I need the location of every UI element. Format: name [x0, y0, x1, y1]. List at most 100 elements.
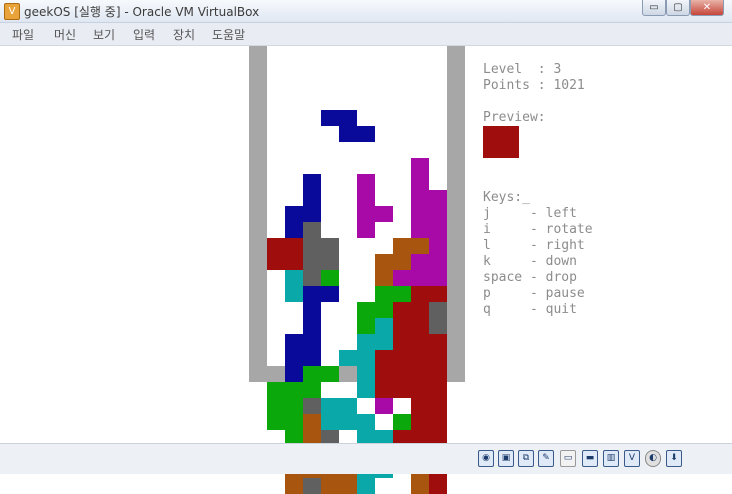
board-cell — [375, 270, 393, 286]
display-icon[interactable]: ▬ — [582, 450, 598, 467]
menu-help[interactable]: 도움말 — [212, 26, 245, 43]
board-cell — [303, 222, 321, 238]
board-cell — [411, 414, 429, 430]
board-cell — [285, 382, 303, 398]
window-title: geekOS [실행 중] - Oracle VM VirtualBox — [24, 5, 260, 19]
board-cell — [285, 270, 303, 286]
board-cell — [339, 414, 357, 430]
board-cell — [411, 222, 429, 238]
board-cell — [285, 254, 303, 270]
board-cell — [357, 414, 375, 430]
board-cell — [411, 206, 429, 222]
board-cell — [357, 366, 375, 382]
board-cell — [429, 302, 447, 318]
board-cell — [267, 254, 285, 270]
board-cell — [303, 174, 321, 190]
close-button[interactable]: ✕ — [690, 0, 724, 16]
board-cell — [303, 254, 321, 270]
board-cell — [429, 270, 447, 286]
board-cell — [429, 222, 447, 238]
board-cell — [303, 382, 321, 398]
board-cell — [285, 206, 303, 222]
board-cell — [393, 286, 411, 302]
preview-label: Preview: — [483, 110, 546, 125]
board-cell — [321, 414, 339, 430]
board-cell — [429, 398, 447, 414]
well-right-wall — [447, 46, 465, 382]
board-cell — [411, 174, 429, 190]
board-cell — [429, 382, 447, 398]
board-cell — [393, 254, 411, 270]
board-cell — [321, 270, 339, 286]
usb-icon[interactable]: ✎ — [538, 450, 554, 467]
vbox-icon[interactable]: V — [624, 450, 640, 467]
board-cell — [357, 382, 375, 398]
key-rotate: i - rotate — [483, 222, 593, 237]
minimize-button[interactable]: ▭ — [642, 0, 666, 16]
floppy-icon[interactable]: ▣ — [498, 450, 514, 467]
level-text: Level : 3 — [483, 62, 562, 77]
board-cell — [411, 238, 429, 254]
board-cell — [357, 334, 375, 350]
key-down: k - down — [483, 254, 577, 269]
board-cell — [339, 350, 357, 366]
board-cell — [339, 126, 357, 142]
board-cell — [321, 366, 339, 382]
board-cell — [303, 286, 321, 302]
board-cell — [285, 350, 303, 366]
board-cell — [303, 206, 321, 222]
board-cell — [357, 318, 375, 334]
board-cell — [411, 254, 429, 270]
board-cell — [375, 302, 393, 318]
board-cell — [393, 318, 411, 334]
board-cell — [339, 110, 357, 126]
board-cell — [393, 382, 411, 398]
keyboard-icon[interactable]: ⬇ — [666, 450, 682, 467]
menu-devices[interactable]: 장치 — [173, 26, 195, 43]
board-cell — [303, 302, 321, 318]
board-cell — [411, 302, 429, 318]
virtualbox-app-icon[interactable]: V — [4, 3, 20, 20]
board-cell — [321, 478, 339, 494]
status-bar: ◉ ▣ ⧉ ✎ ▭ ▬ ▥ V ◐ ⬇ — [0, 443, 732, 474]
board-cell — [267, 382, 285, 398]
board-cell — [429, 414, 447, 430]
preview-piece — [483, 126, 519, 158]
board-cell — [321, 286, 339, 302]
board-cell — [429, 366, 447, 382]
shared-folder-icon[interactable]: ▭ — [560, 450, 576, 467]
board-cell — [303, 350, 321, 366]
board-cell — [285, 222, 303, 238]
board-cell — [303, 366, 321, 382]
menu-file[interactable]: 파일 — [12, 26, 34, 43]
maximize-button[interactable]: ▢ — [666, 0, 690, 16]
board-cell — [429, 254, 447, 270]
menu-view[interactable]: 보기 — [93, 26, 115, 43]
board-cell — [375, 206, 393, 222]
menu-input[interactable]: 입력 — [133, 26, 155, 43]
disk-icon[interactable]: ◐ — [645, 450, 661, 467]
menu-machine[interactable]: 머신 — [54, 26, 76, 43]
key-left: j - left — [483, 206, 577, 221]
keys-label: Keys:_ — [483, 190, 530, 205]
board-cell — [357, 190, 375, 206]
board-cell — [393, 270, 411, 286]
board-cell — [411, 478, 429, 494]
board-cell — [411, 350, 429, 366]
board-cell — [393, 302, 411, 318]
board-cell — [393, 350, 411, 366]
capture-icon[interactable]: ▥ — [603, 450, 619, 467]
board-cell — [393, 238, 411, 254]
board-cell — [429, 334, 447, 350]
board-cell — [303, 270, 321, 286]
board-cell — [321, 238, 339, 254]
board-cell — [375, 382, 393, 398]
key-drop: space - drop — [483, 270, 577, 285]
board-cell — [411, 334, 429, 350]
board-cell — [429, 318, 447, 334]
network-icon[interactable]: ⧉ — [518, 450, 534, 467]
board-cell — [285, 398, 303, 414]
board-cell — [375, 318, 393, 334]
board-cell — [303, 398, 321, 414]
hdd-icon[interactable]: ◉ — [478, 450, 494, 467]
